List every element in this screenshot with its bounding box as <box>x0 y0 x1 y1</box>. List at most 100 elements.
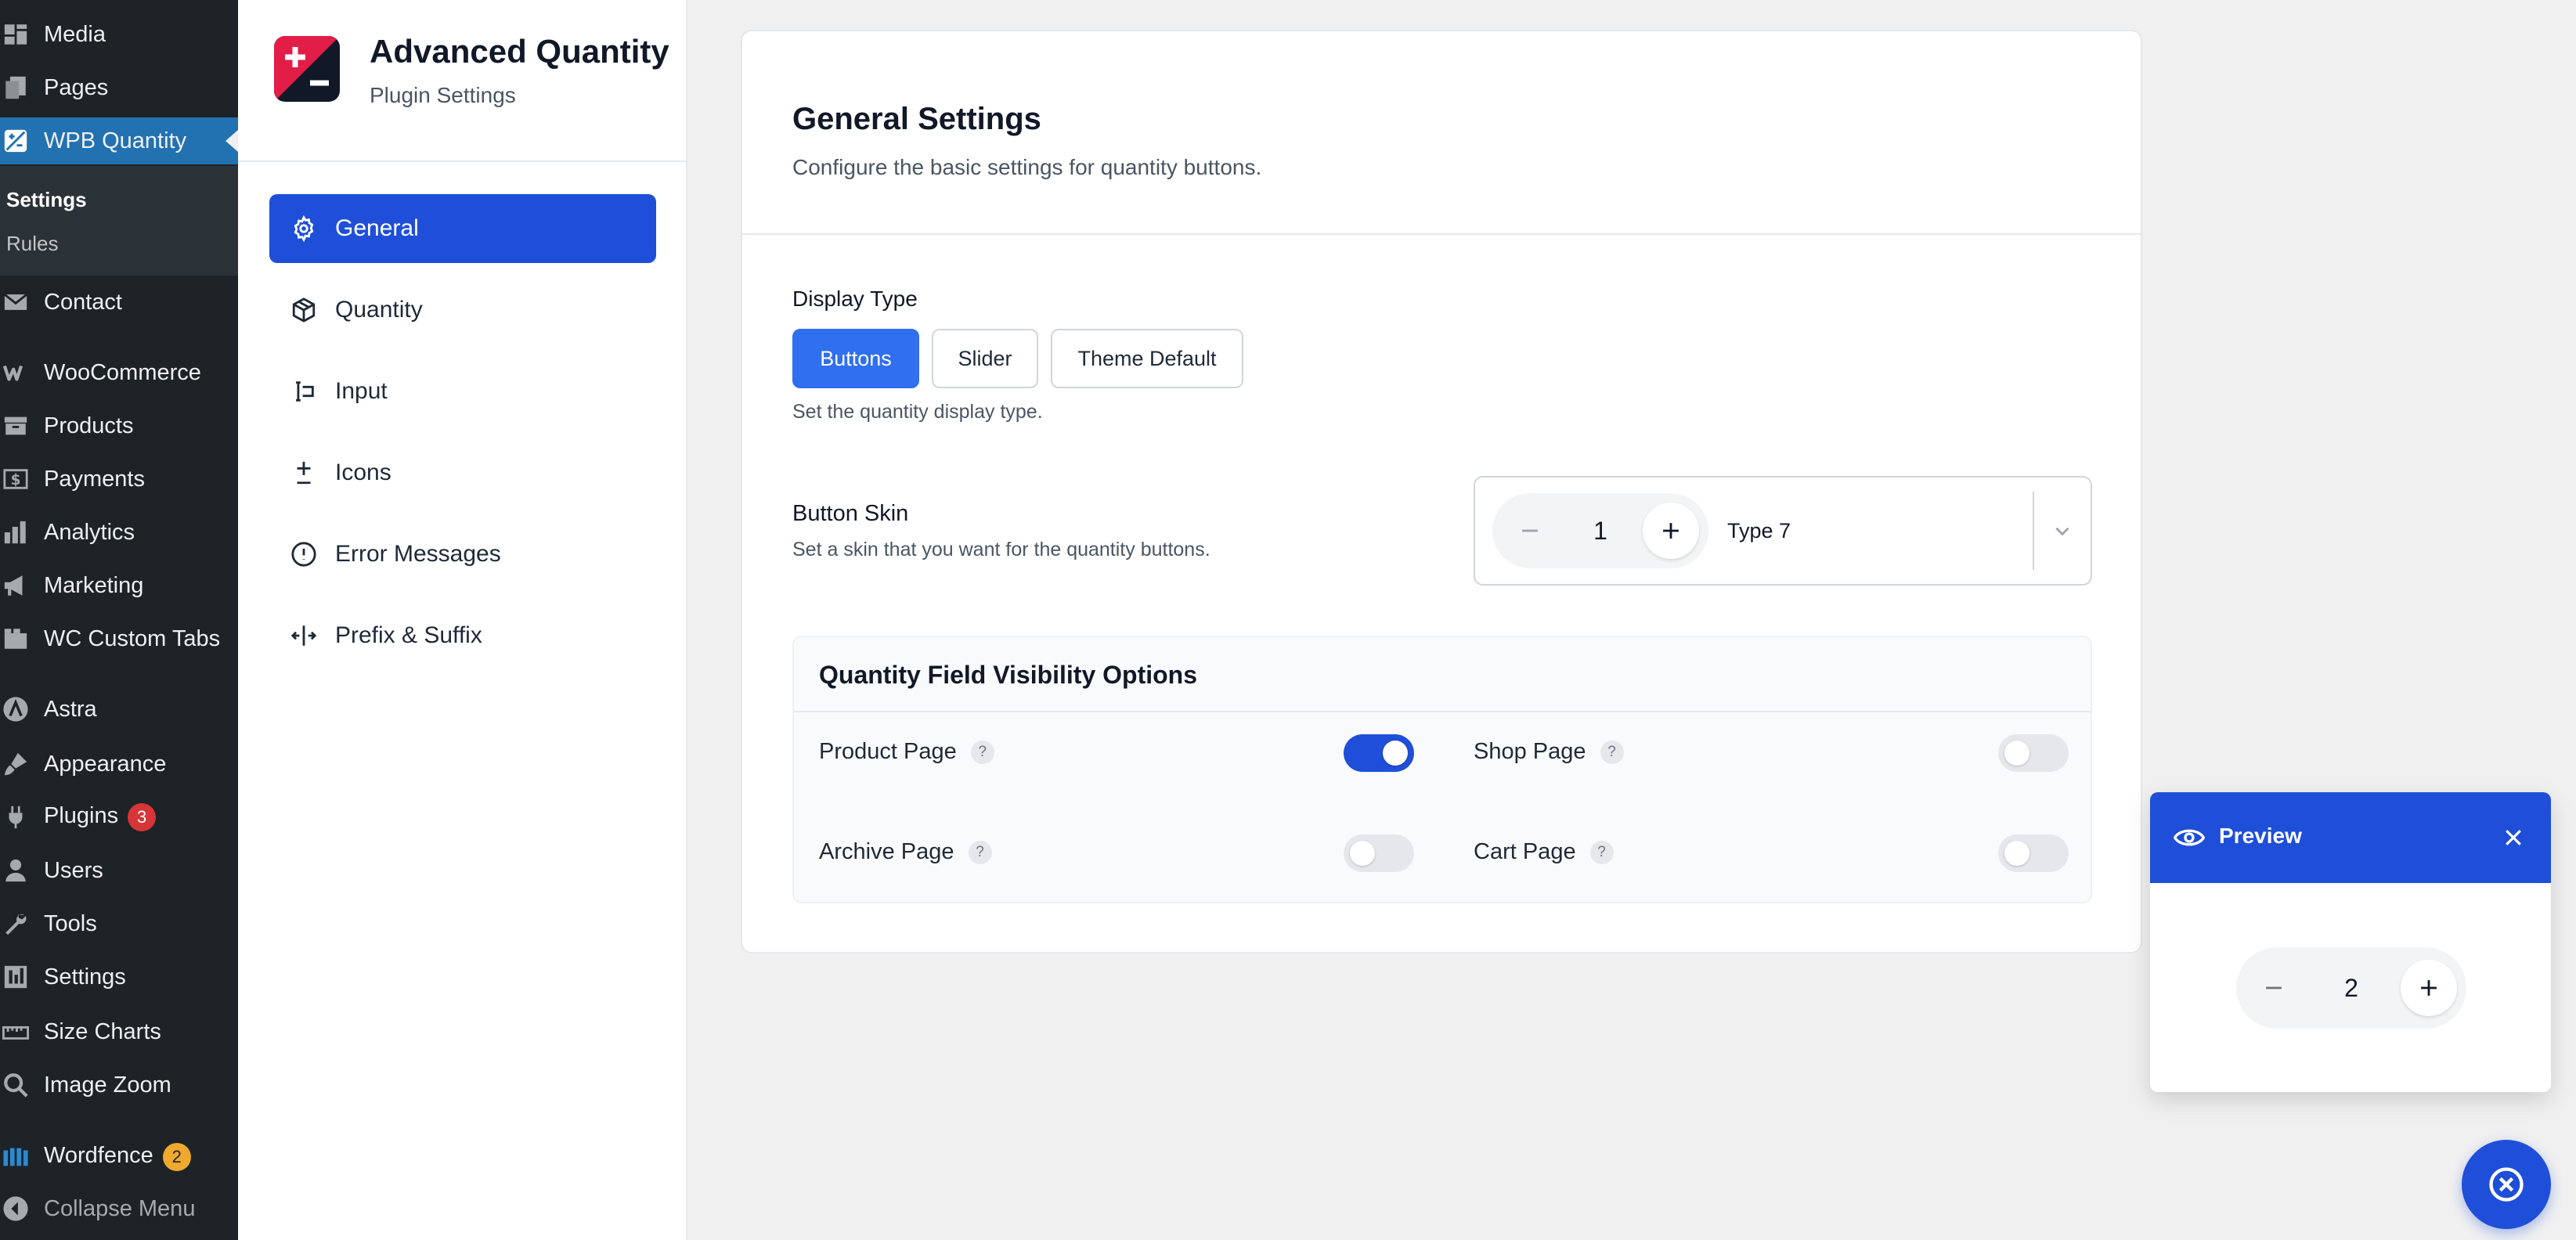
wp-submenu-rules[interactable]: Rules <box>6 232 58 256</box>
wp-menu-wordfence[interactable]: Wordfence 2 <box>0 1134 238 1181</box>
wp-menu-media[interactable]: Media <box>0 11 238 58</box>
preview-plus-button[interactable] <box>2401 960 2457 1016</box>
nav-error-messages[interactable]: Error Messages <box>269 520 656 589</box>
nav-input[interactable]: Input <box>269 357 656 426</box>
settings-icon <box>0 953 31 1000</box>
visibility-title: Quantity Field Visibility Options <box>819 661 1198 689</box>
megaphone-icon <box>0 562 31 609</box>
wp-menu-appearance[interactable]: Appearance <box>0 741 238 788</box>
wordfence-alert-badge: 2 <box>162 1143 191 1171</box>
wp-menu-marketing[interactable]: Marketing <box>0 562 238 609</box>
wp-menu-products[interactable]: Products <box>0 402 238 449</box>
display-type-help: Set the quantity display type. <box>792 401 1043 423</box>
display-type-label: Display Type <box>792 287 918 311</box>
wp-menu-wpb-quantity[interactable]: WPB Quantity <box>0 117 238 164</box>
nav-quantity[interactable]: Quantity <box>269 276 656 344</box>
preview-header: Preview <box>2150 792 2551 883</box>
page-description: Configure the basic settings for quantit… <box>792 155 1262 179</box>
plug-icon <box>0 794 31 841</box>
move-horizontal-icon <box>288 620 319 651</box>
wp-submenu: Settings Rules <box>0 166 238 276</box>
preview-toggle-button[interactable] <box>2462 1140 2551 1229</box>
preview-title: Preview <box>2219 824 2302 848</box>
help-icon[interactable]: ? <box>968 840 992 864</box>
toggle-knob <box>1350 841 1375 866</box>
button-skin-select[interactable]: 1 Type 7 <box>1474 476 2092 586</box>
eye-icon <box>2173 822 2206 853</box>
wp-menu-astra[interactable]: Astra <box>0 686 238 733</box>
wp-menu-plugins[interactable]: Plugins 3 <box>0 794 238 841</box>
cart-page-option: Cart Page ? <box>1474 839 1614 865</box>
help-icon[interactable]: ? <box>1600 740 1624 764</box>
toggle-knob <box>1383 741 1408 766</box>
nav-prefix-suffix[interactable]: Prefix & Suffix <box>269 601 656 670</box>
wp-menu-users[interactable]: Users <box>0 847 238 894</box>
display-type-slider[interactable]: Slider <box>932 329 1038 388</box>
chevron-down-icon[interactable] <box>2047 515 2078 546</box>
wp-menu-size-charts[interactable]: Size Charts <box>0 1008 238 1055</box>
button-skin-value: Type 7 <box>1727 518 1791 542</box>
product-page-label: Product Page <box>819 739 957 764</box>
plugins-update-badge: 3 <box>128 803 157 831</box>
bar-chart-icon <box>0 509 31 556</box>
archive-page-toggle[interactable] <box>1344 834 1414 872</box>
toggle-knob <box>2004 741 2029 766</box>
wp-menu-woocommerce[interactable]: WooCommerce <box>0 349 238 396</box>
wpb-quantity-icon <box>0 117 31 164</box>
plus-minus-icon <box>288 457 319 488</box>
dollar-icon: $ <box>0 456 31 503</box>
preview-minus-button[interactable] <box>2246 960 2302 1016</box>
product-page-toggle[interactable] <box>1344 734 1414 772</box>
visibility-header: Quantity Field Visibility Options <box>794 637 2091 712</box>
nav-icons[interactable]: Icons <box>269 438 656 507</box>
wp-menu-tools[interactable]: Tools <box>0 900 238 947</box>
archive-page-option: Archive Page ? <box>819 839 992 865</box>
media-icon <box>0 11 31 58</box>
cart-page-toggle[interactable] <box>1998 834 2069 872</box>
wp-menu-settings[interactable]: Settings <box>0 953 238 1000</box>
plugin-title: Advanced Quantity <box>370 33 669 70</box>
wp-menu-wc-custom-tabs[interactable]: WC Custom Tabs <box>0 615 238 662</box>
user-icon <box>0 847 31 894</box>
wp-menu-payments[interactable]: $ Payments <box>0 456 238 503</box>
general-settings-card: General Settings Configure the basic set… <box>741 30 2142 953</box>
display-type-theme-default[interactable]: Theme Default <box>1051 329 1243 388</box>
package-icon <box>288 294 319 326</box>
wrench-icon <box>0 900 31 947</box>
shop-page-toggle[interactable] <box>1998 734 2069 772</box>
plugin-sidebar: Advanced Quantity Plugin Settings Genera… <box>238 0 687 1240</box>
brush-icon <box>0 741 31 788</box>
archive-icon <box>0 402 31 449</box>
mail-icon <box>0 279 31 326</box>
skin-preview-stepper: 1 <box>1492 493 1708 568</box>
svg-text:$: $ <box>11 472 21 488</box>
wp-menu-wordfence-label: Wordfence <box>44 1143 153 1168</box>
close-icon[interactable] <box>2499 824 2527 852</box>
wp-menu-analytics[interactable]: Analytics <box>0 509 238 556</box>
ruler-icon <box>0 1008 31 1055</box>
text-cursor-input-icon <box>288 376 319 407</box>
select-divider <box>2033 492 2034 570</box>
preview-quantity-stepper: 2 <box>2236 947 2466 1029</box>
woocommerce-icon <box>0 349 31 396</box>
toggle-knob <box>2004 841 2029 866</box>
alert-circle-icon <box>288 539 319 570</box>
tabs-icon <box>0 615 31 662</box>
wp-collapse-menu[interactable]: Collapse Menu <box>0 1185 238 1232</box>
button-skin-label: Button Skin <box>792 501 909 526</box>
help-icon[interactable]: ? <box>970 740 994 764</box>
wp-submenu-settings[interactable]: Settings <box>6 188 87 212</box>
wp-admin-sidebar: Media Pages WPB Quantity Settings Rules … <box>0 0 238 1240</box>
gear-icon <box>288 213 319 244</box>
nav-general[interactable]: General <box>269 194 656 263</box>
wp-menu-plugins-label: Plugins <box>44 803 119 828</box>
wp-menu-image-zoom[interactable]: Image Zoom <box>0 1062 238 1108</box>
wp-menu-contact[interactable]: Contact <box>0 279 238 326</box>
card-header: General Settings Configure the basic set… <box>742 31 2141 235</box>
skin-plus-icon <box>1643 503 1699 559</box>
help-icon[interactable]: ? <box>1589 840 1614 864</box>
wp-menu-pages[interactable]: Pages <box>0 64 238 111</box>
cart-page-label: Cart Page <box>1474 839 1576 864</box>
display-type-buttons[interactable]: Buttons <box>792 329 919 388</box>
wordfence-icon <box>0 1134 31 1181</box>
